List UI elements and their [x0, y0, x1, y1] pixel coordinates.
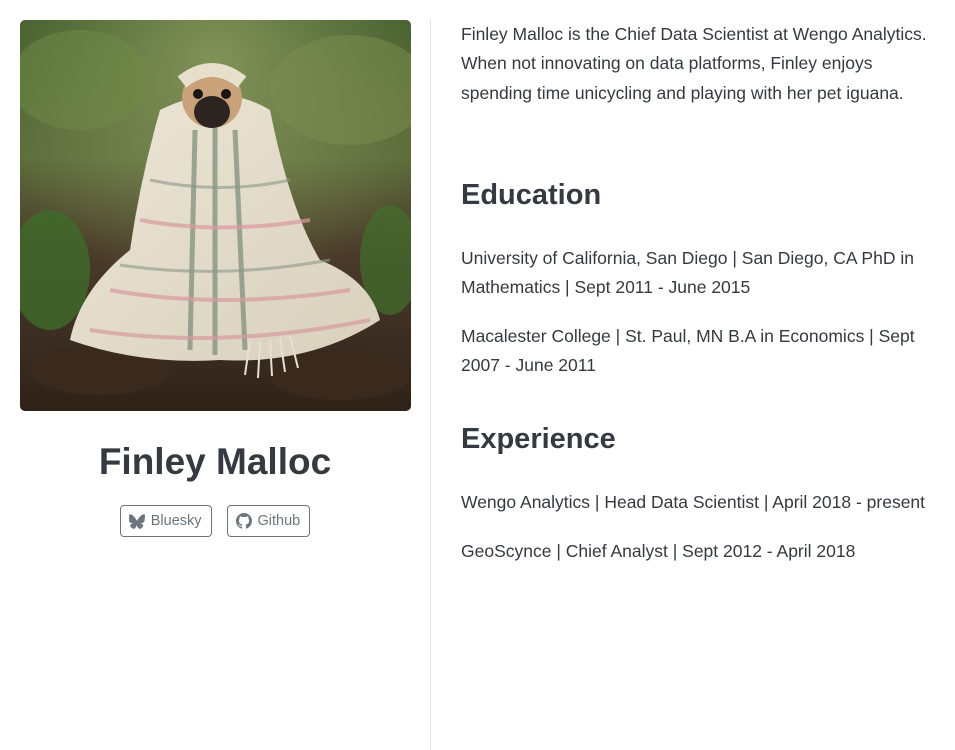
experience-heading: Experience — [461, 423, 616, 455]
bluesky-link-label: Bluesky — [150, 513, 202, 529]
profile-content: Finley Malloc is the Chief Data Scientis… — [461, 20, 941, 561]
profile-photo — [20, 20, 411, 411]
column-divider — [430, 20, 431, 750]
profile-name: Finley Malloc — [98, 441, 332, 482]
github-link-label: Github — [257, 513, 301, 529]
github-link-button[interactable]: Github — [226, 505, 311, 537]
experience-item: GeoScynce | Chief Analyst | Sept 2012 - … — [461, 541, 856, 561]
bluesky-link-button[interactable]: Bluesky — [119, 505, 212, 537]
education-item: Macalester College | St. Paul, MN B.A in… — [461, 326, 915, 376]
bio-paragraph: Finley Malloc is the Chief Data Scientis… — [461, 24, 927, 103]
social-links: Bluesky Github — [0, 505, 430, 537]
experience-item: Wengo Analytics | Head Data Scientist | … — [461, 492, 926, 512]
github-icon — [235, 513, 252, 529]
page: Finley Malloc Bluesky Github Finley Mall… — [0, 0, 955, 750]
bluesky-butterfly-icon — [128, 513, 145, 529]
education-item: University of California, San Diego | Sa… — [461, 248, 914, 298]
education-heading: Education — [461, 179, 602, 211]
profile-sidebar: Finley Malloc Bluesky Github — [0, 0, 430, 750]
